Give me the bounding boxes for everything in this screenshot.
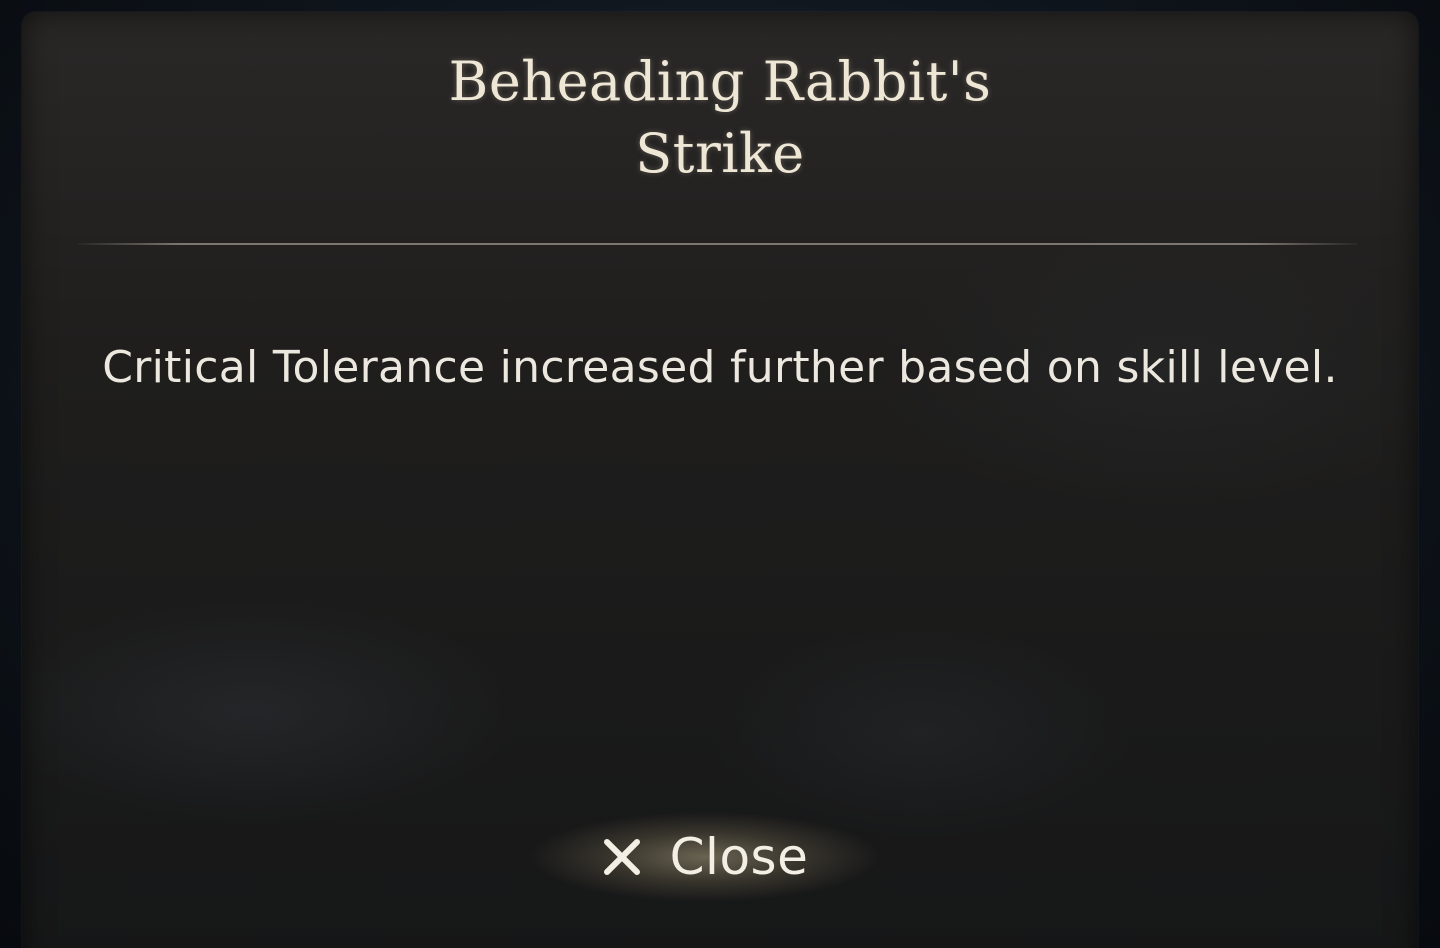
dialog-title-line-1: Beheading Rabbit's	[448, 50, 992, 113]
close-button[interactable]: Close	[530, 812, 880, 902]
dialog-title-line-2: Strike	[635, 122, 805, 185]
title-divider	[78, 243, 1358, 245]
close-icon	[602, 837, 642, 877]
skill-info-dialog: Beheading Rabbit's Strike Critical Toler…	[22, 12, 1418, 948]
close-button-label: Close	[669, 828, 809, 886]
dialog-title: Beheading Rabbit's Strike	[22, 46, 1418, 190]
skill-description: Critical Tolerance increased further bas…	[102, 342, 1338, 393]
